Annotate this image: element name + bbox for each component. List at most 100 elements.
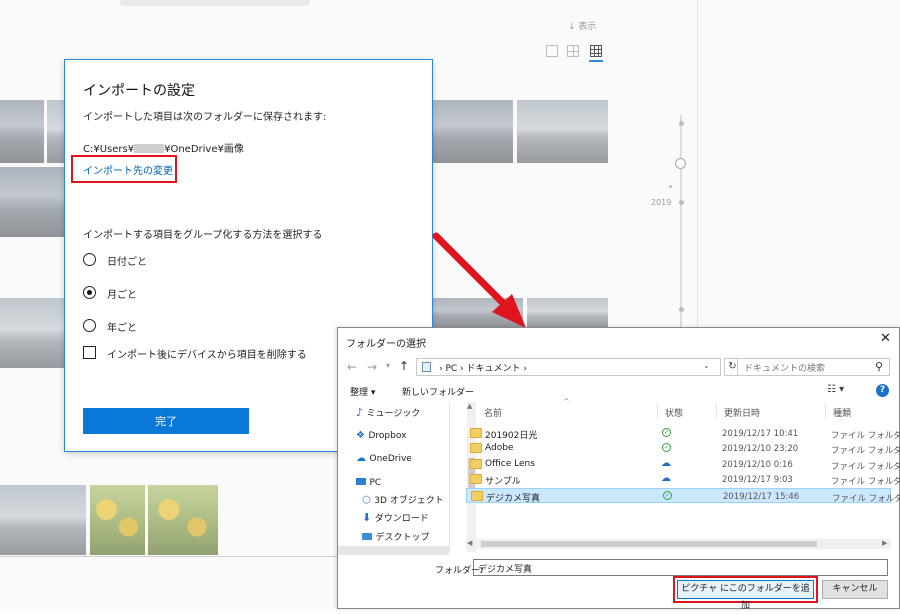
file-row[interactable]: サンプル ☁ 2019/12/17 9:03 ファイル フォルダー [466, 472, 900, 487]
group-by-year-option[interactable]: 年ごと [83, 319, 137, 334]
address-bar[interactable]: › PC › ドキュメント › ⌄ [416, 358, 721, 376]
grouping-title: インポートする項目をグループ化する方法を選択する [83, 230, 323, 241]
file-name: Office Lens [485, 459, 535, 469]
file-row[interactable]: 201902日光 ✓ 2019/12/17 10:41 ファイル フォルダー [466, 426, 900, 441]
option-label: 年ごと [107, 323, 137, 334]
timeline-handle[interactable] [675, 158, 686, 169]
file-type: ファイル フォルダー [831, 431, 900, 441]
file-row-selected[interactable]: デジカメ写真 ✓ 2019/12/17 15:46 ファイル フォルダー [466, 488, 900, 504]
search-box[interactable]: ドキュメントの検索 ⚲ [737, 358, 890, 376]
cancel-button[interactable]: キャンセル [822, 580, 888, 599]
radio-button[interactable] [83, 253, 96, 266]
search-icon[interactable]: ⚲ [875, 360, 883, 373]
file-type: ファイル フォルダー [832, 494, 900, 504]
3d-objects-icon: ⬡ [362, 495, 371, 506]
photo-thumbnail[interactable] [0, 100, 44, 163]
back-arrow-icon[interactable]: ← [347, 360, 357, 374]
timeline-dot [679, 200, 684, 205]
timeline-year: 2019 [651, 198, 672, 207]
folder-select-dialog: フォルダーの選択 ✕ ← → ▾ ↑ › PC › ドキュメント › ⌄ ↻ ド… [337, 327, 900, 611]
file-date: 2019/12/17 10:41 [722, 429, 799, 439]
up-arrow-icon[interactable]: ↑ [399, 359, 409, 373]
folder-icon [471, 491, 483, 501]
done-button[interactable]: 完了 [83, 408, 249, 434]
nav-item-desktop[interactable]: デスクトップ [362, 530, 430, 543]
change-destination-link[interactable]: インポート先の変更 [83, 162, 173, 177]
desktop-icon [362, 533, 372, 540]
nav-item-dropbox[interactable]: ❖ Dropbox [356, 428, 406, 441]
folder-icon [470, 443, 482, 453]
group-by-day-option[interactable]: 日付ごと [83, 253, 147, 268]
file-row[interactable]: Adobe ✓ 2019/12/10 23:20 ファイル フォルダー [466, 441, 900, 456]
path-prefix: C:¥Users¥ [83, 144, 135, 155]
cloud-status-icon: ☁ [661, 473, 671, 484]
nav-item-label: PC [369, 478, 382, 488]
photo-thumbnail[interactable] [0, 485, 86, 555]
medium-grid-icon[interactable] [567, 45, 579, 57]
redacted-username [134, 144, 165, 153]
navigation-pane: ♪ ミュージック ❖ Dropbox ☁ OneDrive PC ⬡ 3D オブ… [338, 402, 450, 552]
file-type: ファイル フォルダー [831, 446, 900, 456]
add-folder-to-pictures-button[interactable]: ピクチャ にこのフォルダーを追加 [677, 580, 814, 611]
cloud-status-icon: ☁ [661, 458, 671, 469]
file-date: 2019/12/10 0:16 [722, 460, 793, 470]
timeline-scrubber[interactable] [680, 115, 682, 330]
nav-item-label: デスクトップ [375, 533, 430, 543]
option-label: 月ごと [107, 290, 137, 301]
sort-arrow-icon: ↓ [568, 22, 576, 32]
column-name[interactable]: 名前 [484, 406, 502, 419]
column-separator[interactable] [716, 404, 717, 418]
help-icon[interactable]: ? [876, 384, 889, 397]
new-folder-button[interactable]: 新しいフォルダー [402, 385, 474, 398]
panel-title: インポートの設定 [83, 83, 195, 99]
column-status[interactable]: 状態 [665, 406, 683, 419]
breadcrumb-documents[interactable]: ドキュメント [467, 364, 521, 374]
view-mode-icon[interactable]: ☷ ▾ [827, 384, 844, 395]
nav-item-label: OneDrive [369, 454, 412, 464]
photo-thumbnail[interactable] [47, 100, 64, 163]
radio-button[interactable] [83, 319, 96, 332]
scroll-right-icon[interactable]: ▶ [882, 539, 887, 547]
nav-pane-scrollbar[interactable] [338, 546, 449, 555]
column-separator[interactable] [657, 404, 658, 418]
photo-thumbnail[interactable] [517, 100, 608, 163]
nav-item-pc[interactable]: PC [356, 475, 381, 488]
divider [0, 556, 340, 557]
delete-after-import-checkbox[interactable]: インポート後にデバイスから項目を削除する [83, 346, 307, 361]
large-grid-icon[interactable] [590, 45, 602, 57]
recent-locations-chevron-icon[interactable]: ▾ [386, 361, 390, 370]
scroll-left-icon[interactable]: ◀ [467, 539, 472, 547]
checkbox[interactable] [83, 346, 96, 359]
forward-arrow-icon[interactable]: → [367, 360, 377, 374]
view-options-label: 表示 [578, 22, 597, 32]
column-modified[interactable]: 更新日時 [724, 406, 760, 419]
radio-button-selected[interactable] [83, 286, 96, 299]
nav-item-3d-objects[interactable]: ⬡ 3D オブジェクト [362, 493, 444, 506]
folder-name-input[interactable]: デジカメ写真 [473, 559, 888, 576]
scroll-up-icon[interactable]: ▲ [467, 402, 472, 410]
photo-thumbnail[interactable] [433, 100, 513, 163]
group-by-month-option[interactable]: 月ごと [83, 286, 137, 301]
search-bar-edge[interactable] [120, 0, 310, 6]
single-view-icon[interactable] [546, 45, 558, 57]
photo-thumbnail[interactable] [0, 167, 64, 237]
photo-thumbnail[interactable] [90, 485, 145, 555]
organize-button[interactable]: 整理 ▾ [350, 385, 375, 398]
column-separator[interactable] [825, 404, 826, 418]
file-date: 2019/12/17 9:03 [722, 475, 793, 485]
nav-item-onedrive[interactable]: ☁ OneDrive [356, 451, 412, 464]
address-dropdown-icon[interactable]: ⌄ [703, 361, 710, 370]
file-row[interactable]: Office Lens ☁ 2019/12/10 0:16 ファイル フォルダー [466, 457, 900, 472]
photo-thumbnail[interactable] [0, 298, 64, 368]
nav-item-downloads[interactable]: ⬇ ダウンロード [362, 511, 429, 524]
file-name: デジカメ写真 [486, 494, 541, 504]
breadcrumb-pc[interactable]: PC [445, 364, 457, 374]
view-options-button[interactable]: ↓ 表示 [568, 19, 596, 32]
photo-thumbnail[interactable] [527, 298, 608, 328]
horizontal-scroll-thumb[interactable] [481, 541, 817, 547]
column-type[interactable]: 種類 [833, 406, 851, 419]
photo-thumbnail[interactable] [148, 485, 218, 555]
close-icon[interactable]: ✕ [880, 331, 891, 346]
music-note-icon: ♪ [356, 406, 364, 419]
nav-item-music[interactable]: ♪ ミュージック [356, 406, 420, 419]
